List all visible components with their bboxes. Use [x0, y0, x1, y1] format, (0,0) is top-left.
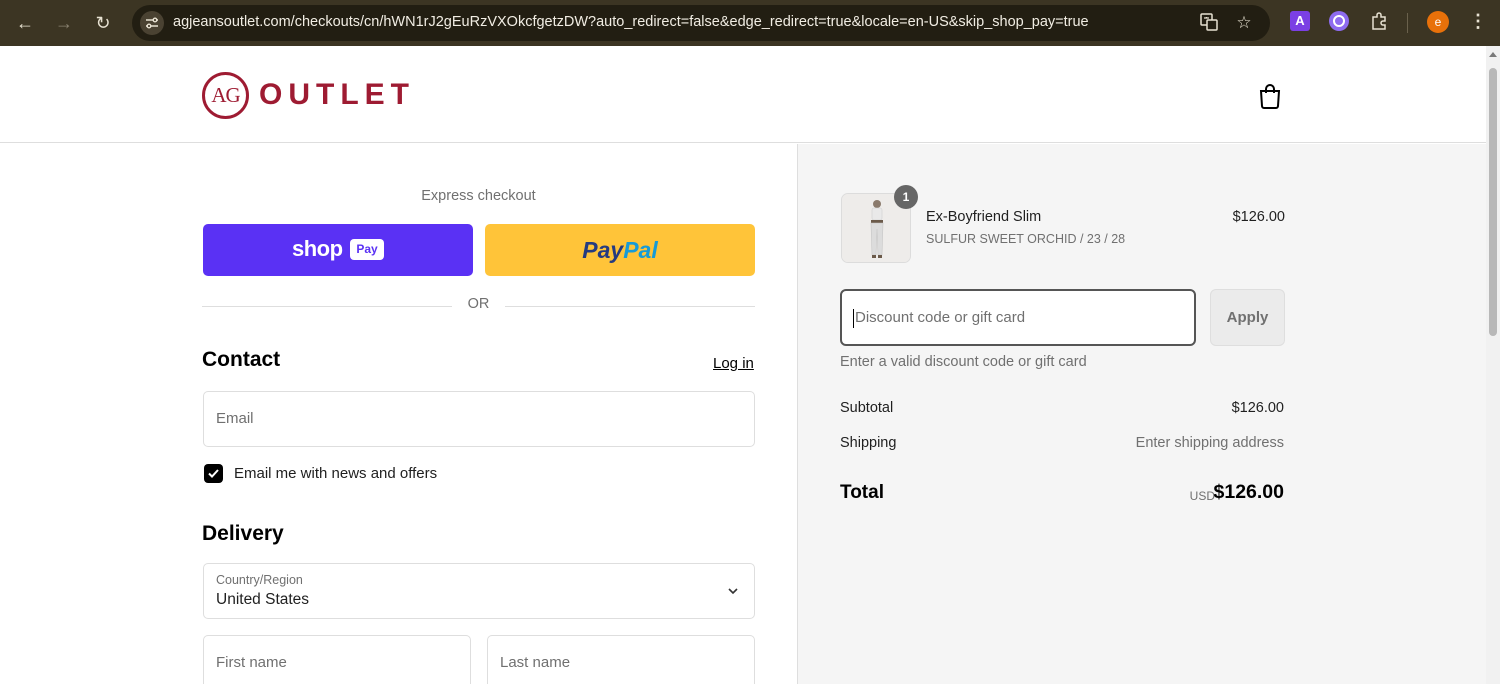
divider-line: [505, 306, 755, 307]
country-label: Country/Region: [216, 573, 303, 587]
first-name-placeholder: First name: [216, 654, 287, 671]
checkout-form: Express checkout shop Pay PayPal OR Cont…: [0, 144, 797, 684]
email-field[interactable]: Email: [203, 391, 755, 447]
product-name: Ex-Boyfriend Slim: [926, 209, 1042, 225]
shipping-label: Shipping: [840, 435, 897, 451]
order-summary: 1 Ex-Boyfriend Slim SULFUR SWEET ORCHID …: [797, 144, 1486, 684]
browser-menu-icon[interactable]: ⋮: [1468, 11, 1488, 31]
total-currency: USD: [1189, 489, 1215, 503]
shop-pay-button[interactable]: shop Pay: [203, 224, 473, 276]
quantity-badge: 1: [894, 185, 918, 209]
site-settings-icon[interactable]: [140, 11, 164, 35]
shopping-bag-icon[interactable]: [1258, 83, 1282, 109]
store-logo[interactable]: AG OUTLET: [202, 70, 415, 120]
apply-discount-button[interactable]: Apply: [1210, 289, 1285, 346]
subtotal-label: Subtotal: [840, 400, 894, 416]
text-caret: [853, 309, 854, 328]
total-label: Total: [840, 482, 884, 503]
page-scrollbar[interactable]: [1486, 46, 1500, 684]
shipping-value: Enter shipping address: [1135, 435, 1284, 451]
bookmark-star-icon[interactable]: ☆: [1233, 12, 1255, 34]
extension-a-icon[interactable]: A: [1290, 11, 1310, 31]
first-name-field[interactable]: First name: [203, 635, 471, 684]
logo-monogram: AG: [202, 71, 249, 119]
chevron-down-icon: [728, 588, 738, 595]
country-select[interactable]: Country/Region United States: [203, 563, 755, 619]
country-value: United States: [216, 591, 310, 608]
express-checkout-title: Express checkout: [421, 188, 536, 204]
discount-placeholder: Discount code or gift card: [855, 309, 1026, 326]
delivery-heading: Delivery: [202, 522, 284, 545]
total-value: $126.00: [1213, 481, 1285, 503]
paypal-word-pal: Pal: [623, 237, 658, 263]
or-divider: OR: [202, 296, 755, 316]
address-bar[interactable]: agjeansoutlet.com/checkouts/cn/hWN1rJ2gE…: [132, 5, 1270, 41]
newsletter-label[interactable]: Email me with news and offers: [234, 465, 437, 482]
last-name-field[interactable]: Last name: [487, 635, 755, 684]
paypal-button[interactable]: PayPal: [485, 224, 755, 276]
toolbar-divider: [1407, 13, 1408, 33]
last-name-placeholder: Last name: [500, 654, 571, 671]
divider-line: [202, 306, 452, 307]
paypal-word-pay: Pay: [582, 237, 624, 263]
product-variant: SULFUR SWEET ORCHID / 23 / 28: [926, 232, 1126, 246]
url-text: agjeansoutlet.com/checkouts/cn/hWN1rJ2gE…: [173, 14, 1089, 30]
login-link[interactable]: Log in: [713, 355, 754, 372]
shop-pay-word: shop: [292, 236, 343, 261]
profile-avatar[interactable]: e: [1427, 11, 1449, 33]
discount-error-message: Enter a valid discount code or gift card: [840, 354, 1087, 370]
extension-purple-icon[interactable]: [1329, 11, 1349, 31]
scrollbar-thumb[interactable]: [1489, 68, 1497, 336]
forward-icon[interactable]: →: [51, 10, 77, 36]
back-icon[interactable]: ←: [12, 10, 38, 36]
extensions-puzzle-icon[interactable]: [1369, 11, 1389, 31]
scroll-up-arrow[interactable]: [1489, 52, 1497, 57]
browser-toolbar: ← → ↻ agjeansoutlet.com/checkouts/cn/hWN…: [0, 0, 1500, 46]
checkout-header: AG OUTLET: [0, 46, 1486, 143]
or-text: OR: [467, 296, 490, 312]
translate-icon[interactable]: [1198, 12, 1220, 34]
reload-icon[interactable]: ↻: [90, 10, 116, 36]
newsletter-checkbox[interactable]: [204, 464, 223, 483]
discount-code-input[interactable]: Discount code or gift card: [840, 289, 1196, 346]
logo-wordmark: OUTLET: [259, 78, 415, 111]
product-price: $126.00: [1232, 209, 1285, 225]
shop-pay-badge: Pay: [350, 239, 384, 260]
contact-heading: Contact: [202, 348, 281, 371]
email-placeholder: Email: [216, 410, 254, 427]
subtotal-value: $126.00: [1231, 400, 1284, 416]
checkmark-icon: [208, 469, 219, 478]
